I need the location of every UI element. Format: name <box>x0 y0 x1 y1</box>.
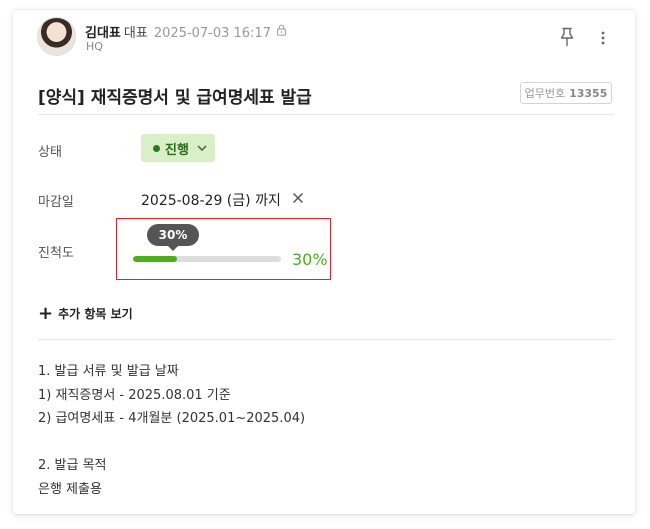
progress-tooltip: 30% <box>147 224 199 251</box>
task-number-badge: 업무번호 13355 <box>520 82 612 104</box>
deadline-value[interactable]: 2025-08-29 (금) 까지 <box>141 190 281 210</box>
progress-percent: 30% <box>292 250 328 269</box>
chevron-down-icon <box>197 141 207 156</box>
show-more-items-button[interactable]: + 추가 항목 보기 <box>38 302 133 324</box>
status-value: 진행 <box>165 142 189 158</box>
show-more-items-label: 추가 항목 보기 <box>58 307 133 321</box>
divider <box>38 114 614 115</box>
task-number: 13355 <box>569 86 608 100</box>
author-role: 대표 <box>123 26 148 41</box>
deadline-label: 마감일 <box>38 195 74 210</box>
status-dropdown[interactable]: 진행 <box>141 134 215 162</box>
lock-icon <box>276 24 287 40</box>
author-name[interactable]: 김대표 <box>85 26 121 41</box>
progress-fill[interactable] <box>133 256 178 262</box>
more-vertical-icon[interactable] <box>600 30 606 50</box>
status-dot <box>153 144 160 152</box>
status-label: 상태 <box>38 145 62 160</box>
body-line: 1) 재직증명서 - 2025.08.01 기준 <box>38 387 231 403</box>
task-title: [양식] 재직증명서 및 급여명세표 발급 <box>38 88 312 108</box>
body-line: 2. 발급 목적 <box>38 458 107 474</box>
author-org: HQ <box>86 40 103 53</box>
divider <box>38 339 614 340</box>
plus-icon: + <box>38 302 54 324</box>
body-line: 은행 제출용 <box>38 481 102 497</box>
body-line: 1. 발급 서류 및 발급 날짜 <box>38 364 179 379</box>
close-icon[interactable] <box>292 192 304 208</box>
progress-label: 진척도 <box>38 246 74 261</box>
body-line <box>38 431 305 455</box>
highlight-box <box>116 218 331 280</box>
deadline-field[interactable]: 2025-08-29 (금) 까지 <box>141 190 304 210</box>
pin-icon[interactable] <box>558 27 576 51</box>
body-line: 2) 급여명세표 - 4개월분 (2025.01~2025.04) <box>38 411 306 427</box>
author-avatar[interactable] <box>38 18 75 55</box>
task-body: 1. 발급 서류 및 발급 날짜 1) 재직증명서 - 2025.08.01 기… <box>38 360 305 502</box>
author-line: 김대표 대표 2025-07-03 16:17 <box>85 22 287 41</box>
task-number-label: 업무번호 <box>524 87 566 100</box>
progress-slider[interactable] <box>133 256 281 262</box>
post-datetime: 2025-07-03 16:17 <box>153 26 271 41</box>
